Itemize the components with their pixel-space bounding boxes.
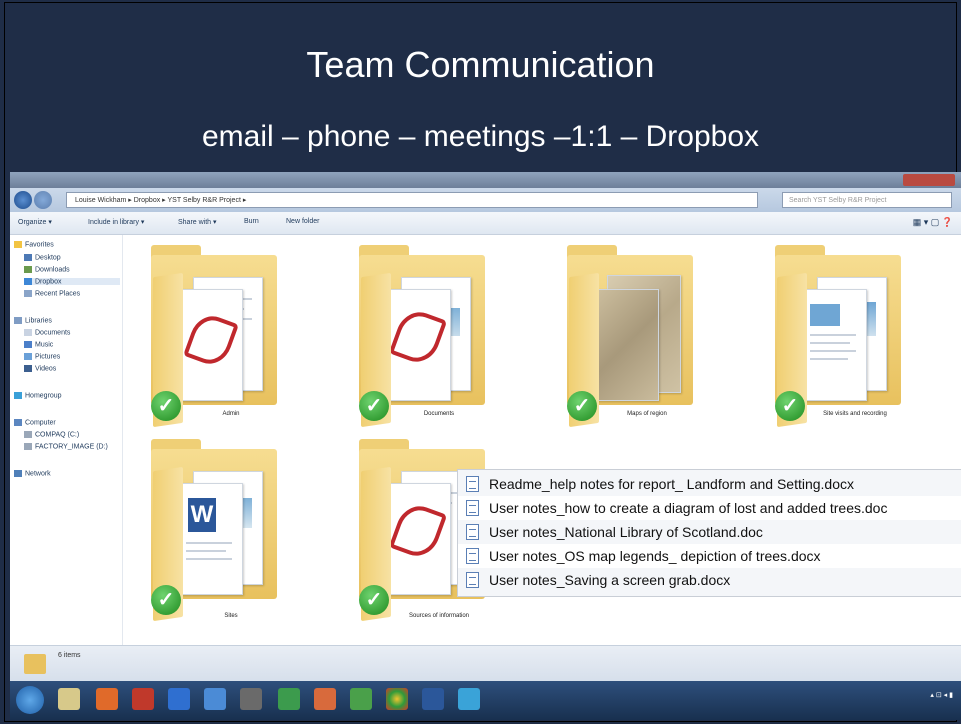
word-document-icon: W — [188, 498, 216, 532]
sidebar-homegroup[interactable]: Homegroup — [14, 392, 62, 399]
music-icon — [24, 341, 32, 348]
sync-check-icon: ✓ — [359, 585, 389, 615]
computer-icon — [14, 419, 22, 426]
map-thumbnail — [593, 289, 659, 401]
app-taskbar-icon[interactable] — [204, 688, 226, 710]
word-taskbar-icon[interactable] — [422, 688, 444, 710]
sidebar-item-dropbox[interactable]: Dropbox — [24, 278, 120, 286]
file-list-popup: Readme_help notes for report_ Landform a… — [457, 469, 961, 597]
folder-item-documents[interactable]: ✓ — [359, 245, 485, 430]
sidebar-item-drive-d[interactable]: FACTORY_IMAGE (D:) — [24, 443, 108, 450]
folder-label: Sources of information — [408, 613, 470, 619]
folder-item-admin[interactable]: ✓ — [151, 245, 277, 430]
system-tray[interactable]: ▴ ⊡ ◂ ▮ — [930, 691, 953, 700]
app-taskbar-icon[interactable] — [350, 688, 372, 710]
network-icon — [14, 470, 22, 477]
sidebar-item-music[interactable]: Music — [24, 341, 53, 348]
chrome-taskbar-icon[interactable] — [386, 688, 408, 710]
folder-item-site-visits[interactable]: ✓ — [775, 245, 901, 430]
homegroup-icon — [14, 392, 22, 399]
search-input[interactable]: Search YST Selby R&R Project — [782, 192, 952, 208]
start-button-icon[interactable] — [16, 686, 44, 714]
firefox-taskbar-icon[interactable] — [96, 688, 118, 710]
sidebar-item-pictures[interactable]: Pictures — [24, 353, 60, 360]
taskbar: ▴ ⊡ ◂ ▮ — [10, 681, 961, 720]
breadcrumb[interactable]: Louise Wickham ▸ Dropbox ▸ YST Selby R&R… — [66, 192, 758, 208]
explorer-screenshot: Louise Wickham ▸ Dropbox ▸ YST Selby R&R… — [10, 172, 961, 720]
dropbox-taskbar-icon[interactable] — [168, 688, 190, 710]
sidebar-item-downloads[interactable]: Downloads — [24, 266, 70, 273]
powerpoint-taskbar-icon[interactable] — [314, 688, 336, 710]
address-bar: Louise Wickham ▸ Dropbox ▸ YST Selby R&R… — [10, 188, 961, 212]
sidebar-favorites[interactable]: Favorites — [14, 241, 54, 248]
pictures-icon — [24, 353, 32, 360]
window-close-button[interactable] — [903, 174, 955, 186]
list-item[interactable]: Readme_help notes for report_ Landform a… — [458, 472, 961, 496]
sidebar-item-desktop[interactable]: Desktop — [24, 254, 61, 261]
folder-label: Site visits and recording — [823, 411, 887, 417]
folder-label: Maps of region — [627, 411, 667, 417]
list-item[interactable]: User notes_Saving a screen grab.docx — [458, 568, 961, 592]
document-icon — [466, 548, 479, 564]
folder-label: Sites — [224, 613, 238, 619]
burn-button[interactable]: Burn — [244, 218, 259, 225]
sidebar-computer[interactable]: Computer — [14, 419, 56, 426]
desktop-icon — [24, 254, 32, 261]
sidebar-network[interactable]: Network — [14, 470, 51, 477]
folder-item-sites[interactable]: W ✓ — [151, 439, 277, 624]
sidebar-item-videos[interactable]: Videos — [24, 365, 56, 372]
slide-title: Team Communication — [306, 44, 655, 85]
organize-menu[interactable]: Organize ▾ — [18, 218, 52, 226]
folder-label: Admin — [222, 411, 240, 417]
videos-icon — [24, 365, 32, 372]
drive-icon — [24, 431, 32, 438]
sidebar-item-recent-places[interactable]: Recent Places — [24, 290, 80, 297]
sync-check-icon: ✓ — [151, 585, 181, 615]
folder-icon — [24, 654, 46, 674]
list-item[interactable]: User notes_OS map legends_ depiction of … — [458, 544, 961, 568]
sidebar-item-drive-c[interactable]: COMPAQ (C:) — [24, 431, 79, 438]
list-item[interactable]: User notes_how to create a diagram of lo… — [458, 496, 961, 520]
app-taskbar-icon[interactable] — [132, 688, 154, 710]
document-icon — [466, 476, 479, 492]
back-icon[interactable] — [14, 191, 32, 209]
status-bar: 6 items — [10, 645, 961, 682]
window-titlebar — [10, 172, 961, 188]
file-explorer-taskbar-icon[interactable] — [58, 688, 80, 710]
command-toolbar: Organize ▾ Include in library ▾ Share wi… — [10, 212, 961, 235]
sidebar-libraries[interactable]: Libraries — [14, 317, 52, 324]
view-options-icon[interactable]: ▦ ▾ ▢ ❓ — [913, 217, 953, 228]
recent-places-icon — [24, 290, 32, 297]
app-taskbar-icon[interactable] — [240, 688, 262, 710]
star-icon — [14, 241, 22, 248]
document-icon — [466, 524, 479, 540]
sidebar-item-documents[interactable]: Documents — [24, 329, 70, 336]
new-folder-button[interactable]: New folder — [286, 218, 319, 225]
forward-icon[interactable] — [34, 191, 52, 209]
folder-label: Documents — [423, 411, 455, 417]
include-in-library-menu[interactable]: Include in library ▾ — [88, 218, 144, 226]
document-icon — [466, 572, 479, 588]
document-icon — [466, 500, 479, 516]
item-count: 6 items — [58, 652, 81, 659]
libraries-icon — [14, 317, 22, 324]
list-item[interactable]: User notes_National Library of Scotland.… — [458, 520, 961, 544]
navigation-pane: Favorites Desktop Downloads Dropbox Rece… — [10, 235, 123, 645]
documents-icon — [24, 329, 32, 336]
drive-icon — [24, 443, 32, 450]
folder-item-maps-of-region[interactable]: ✓ — [567, 245, 693, 430]
slide-subtitle: email – phone – meetings –1:1 – Dropbox — [201, 120, 760, 153]
downloads-icon — [24, 266, 32, 273]
app-taskbar-icon[interactable] — [458, 688, 480, 710]
share-with-menu[interactable]: Share with ▾ — [178, 218, 217, 226]
excel-taskbar-icon[interactable] — [278, 688, 300, 710]
dropbox-icon — [24, 278, 32, 285]
